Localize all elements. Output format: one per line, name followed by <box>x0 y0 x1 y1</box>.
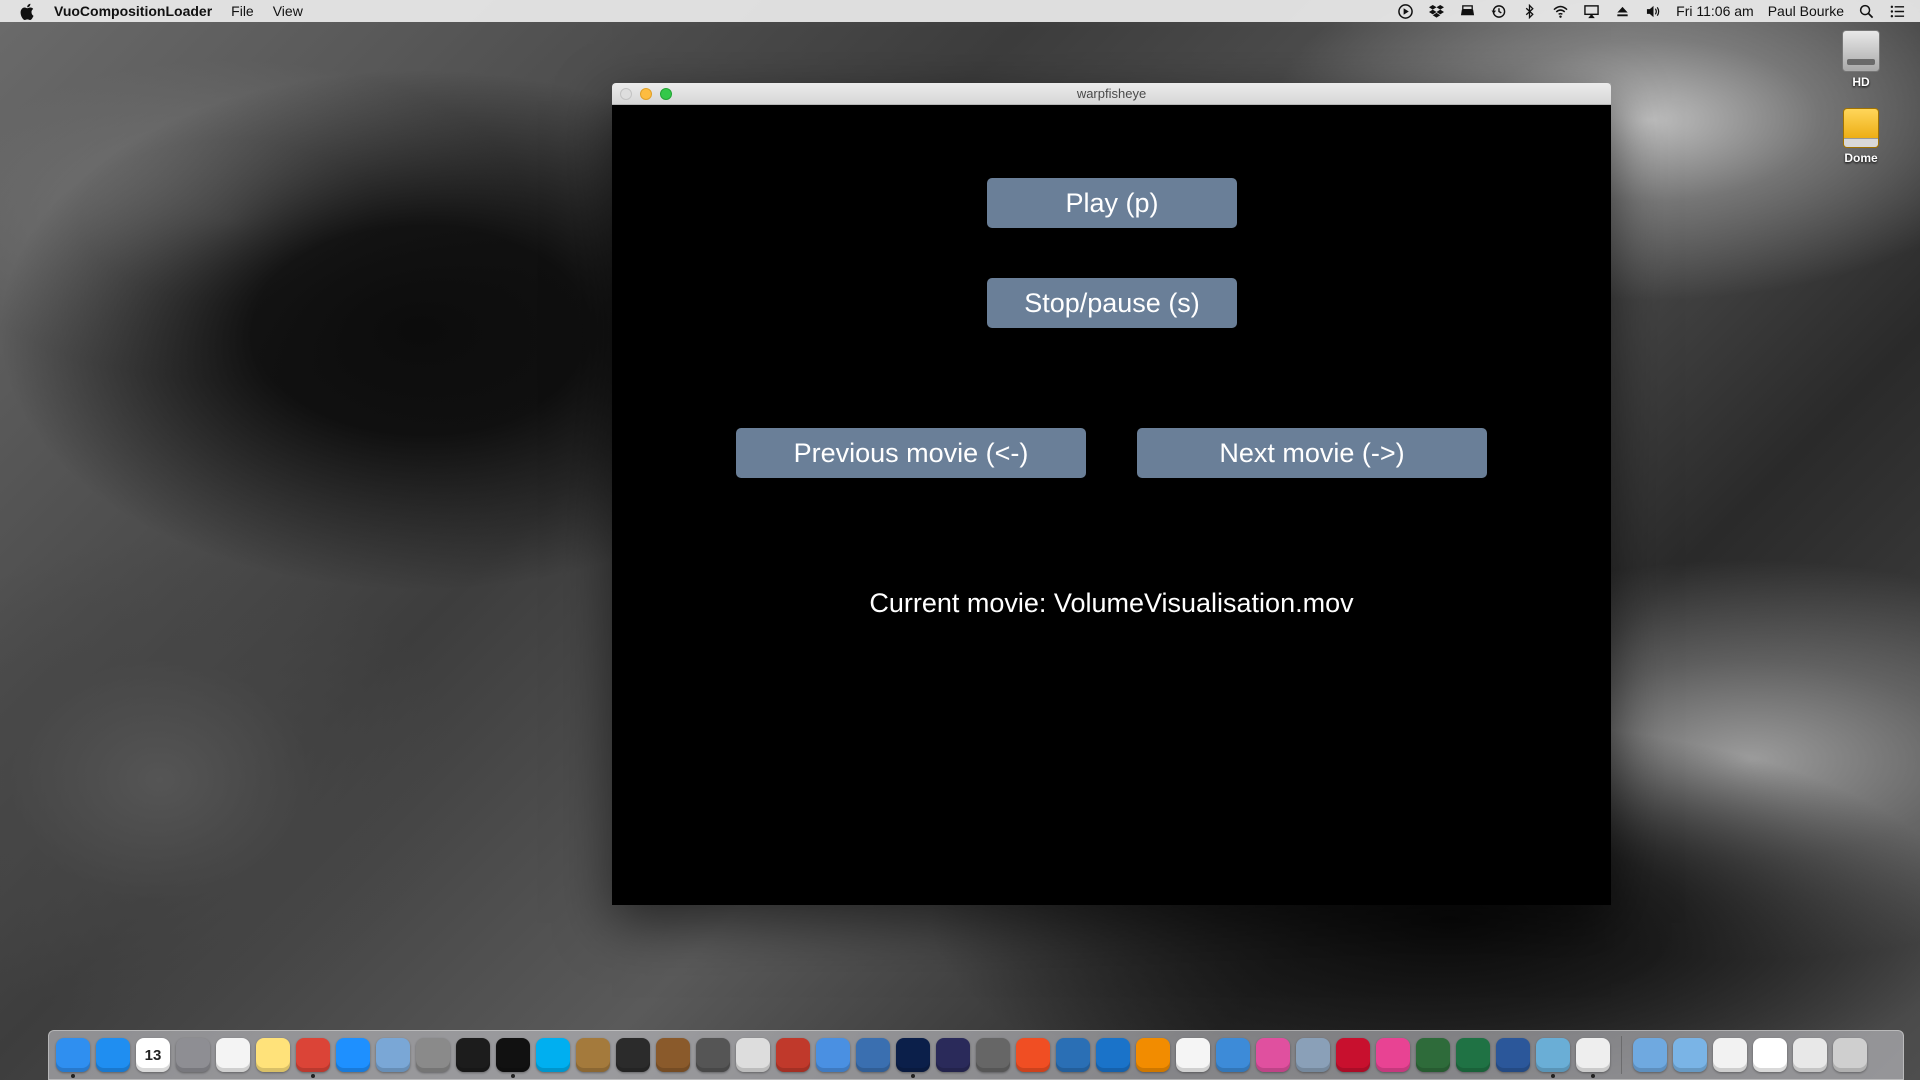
play-button[interactable]: Play (p) <box>987 178 1237 228</box>
eject-icon[interactable] <box>1614 4 1631 19</box>
menu-clock[interactable]: Fri 11:06 am <box>1676 3 1754 19</box>
dock: 13 <box>48 1030 1904 1080</box>
color-cube-icon[interactable] <box>1376 1038 1410 1072</box>
photoshop-icon[interactable] <box>896 1038 930 1078</box>
hard-drive-icon <box>1842 30 1880 72</box>
window-zoom-button[interactable] <box>660 88 672 100</box>
notes-icon[interactable] <box>256 1038 290 1072</box>
window-close-button[interactable] <box>620 88 632 100</box>
apple-menu-icon[interactable] <box>20 3 36 20</box>
preview-icon[interactable] <box>376 1038 410 1072</box>
external-drive-icon <box>1843 108 1879 148</box>
user-menu[interactable]: Paul Bourke <box>1768 3 1844 19</box>
itunes-icon[interactable] <box>1256 1038 1290 1072</box>
current-movie-label: Current movie: VolumeVisualisation.mov <box>869 588 1354 618</box>
spotlight-search-icon[interactable] <box>1858 4 1875 19</box>
app-window: warpfisheye Play (p) Stop/pause (s) Prev… <box>612 83 1611 905</box>
dock-apps: 13 <box>53 1038 1613 1078</box>
document-stack-icon[interactable] <box>1713 1038 1747 1072</box>
grapher-icon[interactable] <box>1216 1038 1250 1072</box>
photo-booth-icon[interactable] <box>776 1038 810 1072</box>
vuo-icon[interactable] <box>1536 1038 1570 1078</box>
notification-center-icon[interactable] <box>1889 4 1906 19</box>
app-menu[interactable]: VuoCompositionLoader <box>54 3 212 19</box>
vuo-composition-loader-icon[interactable] <box>1576 1038 1610 1078</box>
ptp-icon[interactable] <box>1056 1038 1090 1072</box>
dropbox-icon[interactable] <box>1428 4 1445 19</box>
chalkboard-icon[interactable] <box>1416 1038 1450 1072</box>
textedit-icon[interactable] <box>216 1038 250 1072</box>
excel-icon[interactable] <box>1456 1038 1490 1072</box>
play-circle-icon[interactable] <box>1397 3 1414 19</box>
archive-icon[interactable] <box>576 1038 610 1072</box>
window-title: warpfisheye <box>1076 86 1147 101</box>
vlc-icon[interactable] <box>1136 1038 1170 1072</box>
trash-icon[interactable] <box>1833 1038 1867 1072</box>
dropbox-folder-icon[interactable] <box>1673 1038 1707 1072</box>
photos-icon[interactable] <box>1176 1038 1210 1072</box>
menu-extras: Fri 11:06 am Paul Bourke <box>1397 0 1906 22</box>
next-movie-button[interactable]: Next movie (->) <box>1137 428 1487 478</box>
window-titlebar[interactable]: warpfisheye <box>612 83 1611 105</box>
calendar-icon[interactable]: 13 <box>136 1038 170 1072</box>
desktop-icon-hd[interactable]: HD <box>1831 30 1891 89</box>
terminal-icon[interactable] <box>496 1038 530 1078</box>
dock-separator <box>1621 1036 1622 1074</box>
document-icon[interactable] <box>1753 1038 1787 1072</box>
chrome-icon[interactable] <box>296 1038 330 1078</box>
volume-icon[interactable] <box>1645 4 1662 19</box>
acrobat-icon[interactable] <box>1336 1038 1370 1072</box>
skype-icon[interactable] <box>536 1038 570 1072</box>
desktop-icon-label: HD <box>1852 75 1870 89</box>
after-effects-icon[interactable] <box>936 1038 970 1072</box>
downloads-folder-icon[interactable] <box>1633 1038 1667 1072</box>
activity-monitor-icon[interactable] <box>456 1038 490 1072</box>
automator-icon[interactable] <box>416 1038 450 1072</box>
dock-stacks <box>1630 1038 1870 1072</box>
image-capture-icon[interactable] <box>856 1038 890 1072</box>
bluetooth-icon[interactable] <box>1521 3 1538 19</box>
console-icon[interactable] <box>616 1038 650 1072</box>
finder-icon[interactable] <box>56 1038 90 1078</box>
wifi-icon[interactable] <box>1552 4 1569 19</box>
bird-app-icon[interactable] <box>656 1038 690 1072</box>
final-cut-icon[interactable] <box>696 1038 730 1072</box>
file-menu[interactable]: File <box>231 3 254 19</box>
eye-app-icon[interactable] <box>976 1038 1010 1072</box>
quicktime-icon[interactable] <box>1096 1038 1130 1072</box>
scanner-icon[interactable] <box>1296 1038 1330 1072</box>
x11-icon[interactable] <box>736 1038 770 1072</box>
safari-icon[interactable] <box>336 1038 370 1072</box>
time-machine-icon[interactable] <box>1490 4 1507 19</box>
menu-bar: VuoCompositionLoader File View Fri 11:06… <box>0 0 1920 22</box>
airplay-icon[interactable] <box>1583 4 1600 19</box>
system-preferences-icon[interactable] <box>176 1038 210 1072</box>
view-menu[interactable]: View <box>273 3 303 19</box>
composition-canvas: Play (p) Stop/pause (s) Previous movie (… <box>612 105 1611 905</box>
word-icon[interactable] <box>1496 1038 1530 1072</box>
mail-icon[interactable] <box>816 1038 850 1072</box>
stop-pause-button[interactable]: Stop/pause (s) <box>987 278 1237 328</box>
desktop-icon-dome[interactable]: Dome <box>1831 108 1891 165</box>
previous-movie-button[interactable]: Previous movie (<-) <box>736 428 1086 478</box>
app-icon[interactable] <box>1016 1038 1050 1072</box>
app-store-icon[interactable] <box>96 1038 130 1072</box>
drive-icon[interactable] <box>1459 4 1476 19</box>
screenshot-stack-icon[interactable] <box>1793 1038 1827 1072</box>
window-minimize-button[interactable] <box>640 88 652 100</box>
desktop-icon-label: Dome <box>1844 151 1878 165</box>
